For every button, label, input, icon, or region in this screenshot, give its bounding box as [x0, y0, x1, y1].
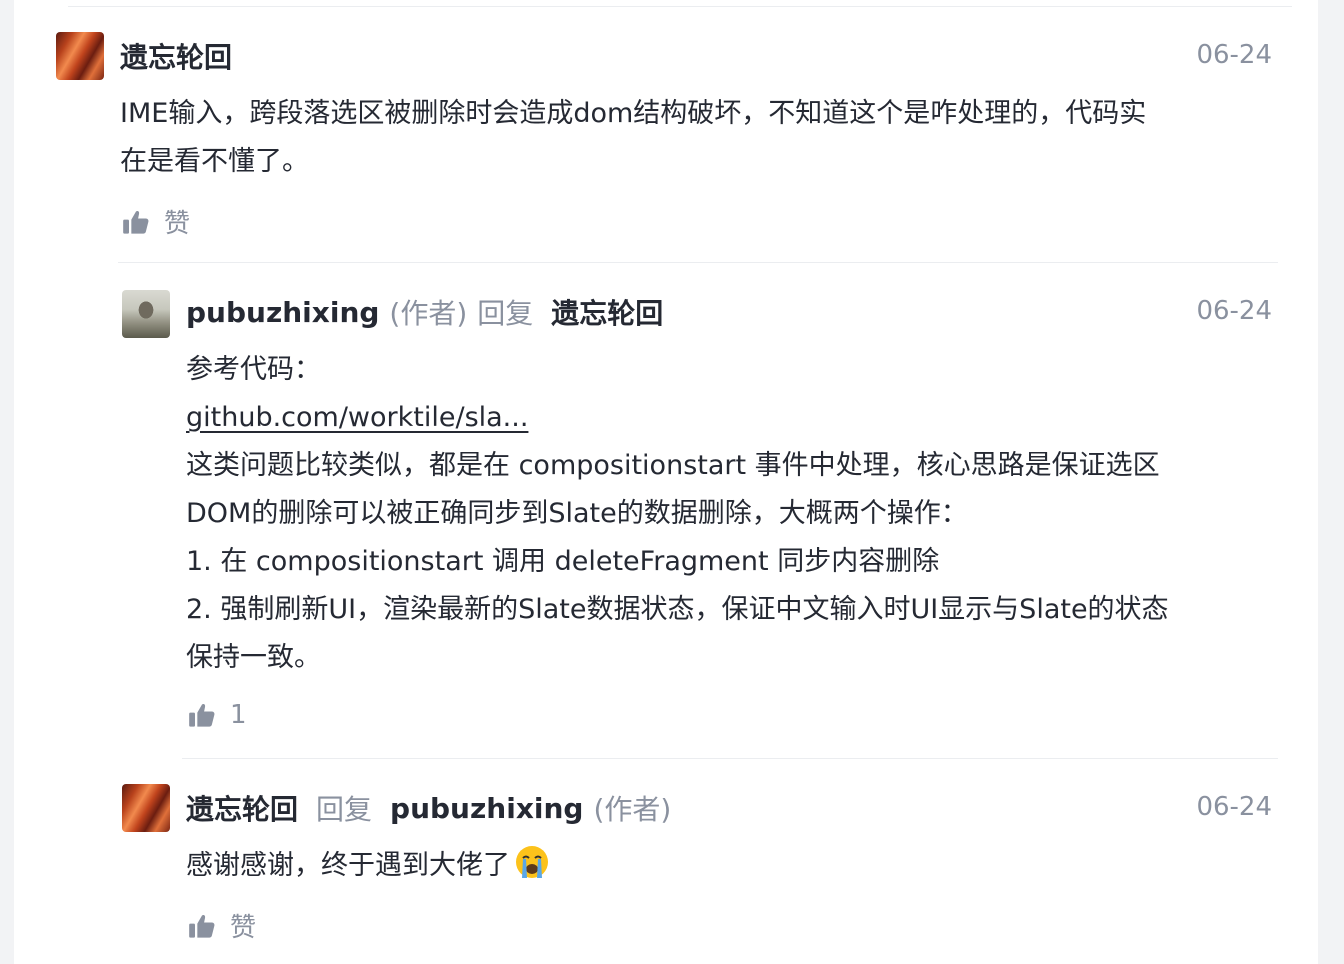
content-line: 参考代码： [186, 354, 321, 385]
avatar[interactable] [122, 290, 170, 338]
comment-date: 06-24 [1196, 296, 1272, 326]
like-button[interactable]: 赞 [122, 203, 190, 240]
reply-header: 遗忘轮回 回复 pubuzhixing (作者) [186, 788, 671, 828]
comment-card: 遗忘轮回 06-24 IME输入，跨段落选区被删除时会造成dom结构破坏，不知道… [14, 0, 1318, 964]
avatar[interactable] [122, 784, 170, 832]
thumbs-up-icon [189, 914, 215, 938]
username[interactable]: 遗忘轮回 [186, 788, 298, 828]
comment-header: 遗忘轮回 [120, 36, 232, 76]
divider [118, 262, 1278, 263]
avatar[interactable] [56, 32, 104, 80]
thumbs-up-icon [189, 704, 215, 727]
comment-date: 06-24 [1196, 40, 1272, 70]
crying-face-emoji-icon [516, 846, 548, 878]
content-line: 这类问题比较类似，都是在 compositionstart 事件中处理，核心思路… [186, 450, 1160, 481]
comment-content: IME输入，跨段落选区被删除时会造成dom结构破坏，不知道这个是咋处理的，代码实… [120, 90, 1146, 186]
reply-target[interactable]: 遗忘轮回 [551, 292, 663, 332]
author-tag: (作者) [389, 297, 468, 330]
username[interactable]: pubuzhixing [186, 296, 379, 329]
like-button[interactable]: 赞 [188, 907, 256, 944]
reply-word: 回复 [316, 793, 373, 826]
content-line: 保持一致。 [186, 642, 321, 673]
content-line: DOM的删除可以被正确同步到Slate的数据删除，大概两个操作： [186, 498, 968, 529]
top-divider [68, 6, 1292, 7]
reply-content: 参考代码： github.com/worktile/sla... 这类问题比较类… [186, 346, 1169, 682]
content-line: 1. 在 compositionstart 调用 deleteFragment … [186, 546, 940, 577]
reply-word: 回复 [477, 297, 534, 330]
like-label: 赞 [230, 913, 257, 943]
reply-target[interactable]: pubuzhixing [390, 792, 583, 825]
like-count: 1 [230, 700, 247, 730]
username[interactable]: 遗忘轮回 [120, 36, 232, 76]
divider [182, 758, 1278, 759]
content-text: 感谢感谢，终于遇到大佬了 [186, 850, 510, 881]
comment-line: IME输入，跨段落选区被删除时会造成dom结构破坏，不知道这个是咋处理的，代码实 [120, 98, 1147, 129]
reply-header: pubuzhixing (作者) 回复 遗忘轮回 [186, 292, 663, 332]
author-tag: (作者) [593, 793, 672, 826]
content-line: 2. 强制刷新UI，渲染最新的Slate数据状态，保证中文输入时UI显示与Sla… [186, 594, 1169, 625]
like-button[interactable]: 1 [188, 700, 247, 730]
reply-content: 感谢感谢，终于遇到大佬了 [186, 842, 550, 890]
comment-date: 06-24 [1196, 792, 1272, 822]
thumbs-up-icon [123, 210, 149, 234]
comment-line: 在是看不懂了。 [120, 146, 309, 177]
code-link[interactable]: github.com/worktile/sla... [186, 402, 528, 433]
like-label: 赞 [164, 209, 191, 239]
